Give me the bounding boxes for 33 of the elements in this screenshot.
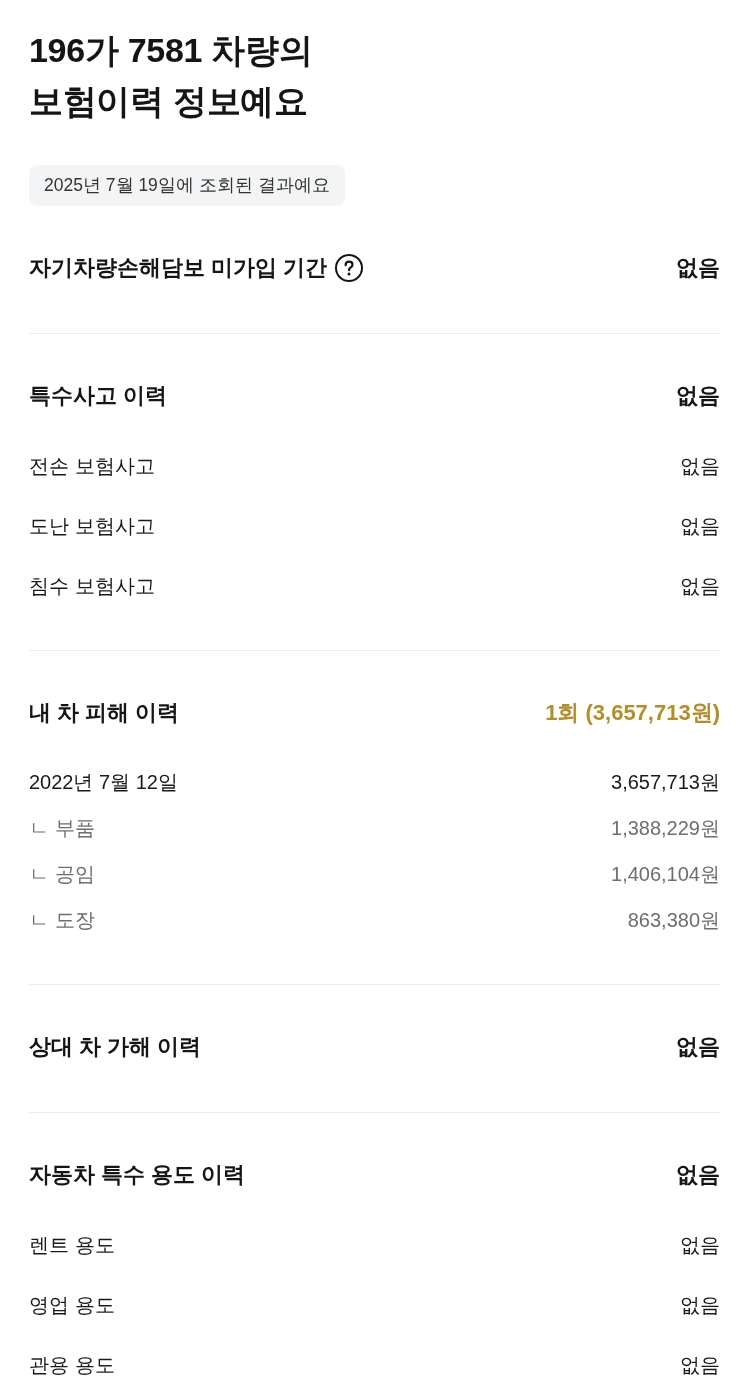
page-title: 196가 7581 차량의 보험이력 정보예요 <box>29 30 314 122</box>
section-value: 없음 <box>676 1161 720 1189</box>
section-title: 자동차 특수 용도 이력 <box>29 1161 246 1189</box>
help-icon[interactable] <box>335 254 364 282</box>
row-value: 없음 <box>680 574 720 599</box>
row-value: 3,657,713원 <box>611 770 720 795</box>
row-value: 863,380원 <box>627 908 720 933</box>
section-title: 특수사고 이력 <box>29 382 168 410</box>
row-label: ㄴ 도장 <box>29 908 95 933</box>
row-label: 도난 보험사고 <box>29 514 155 539</box>
row-label: 영업 용도 <box>29 1293 115 1318</box>
row-value: 없음 <box>680 1293 720 1318</box>
row-label: 침수 보험사고 <box>29 574 155 599</box>
section-title: 내 차 피해 이력 <box>29 699 180 727</box>
row-value: 1,388,229원 <box>611 816 720 841</box>
row-value: 없음 <box>680 514 720 539</box>
section-value: 없음 <box>676 254 720 282</box>
row-label: 렌트 용도 <box>29 1233 115 1258</box>
section-value: 없음 <box>676 1033 720 1061</box>
section-title: 자기차량손해담보 미가입 기간 <box>29 254 328 282</box>
row-label: 2022년 7월 12일 <box>29 770 178 795</box>
row-value: 없음 <box>680 454 720 479</box>
row-value: 1,406,104원 <box>611 862 720 887</box>
query-date-note: 2025년 7월 19일에 조회된 결과예요 <box>29 165 345 206</box>
section-value: 없음 <box>676 382 720 410</box>
section-value: 1회 (3,657,713원) <box>545 699 720 727</box>
row-label: 전손 보험사고 <box>29 454 155 479</box>
row-label: ㄴ 공임 <box>29 862 95 887</box>
row-label: ㄴ 부품 <box>29 816 95 841</box>
row-value: 없음 <box>680 1353 720 1378</box>
row-value: 없음 <box>680 1233 720 1258</box>
row-label: 관용 용도 <box>29 1353 115 1378</box>
section-title: 상대 차 가해 이력 <box>29 1033 202 1061</box>
